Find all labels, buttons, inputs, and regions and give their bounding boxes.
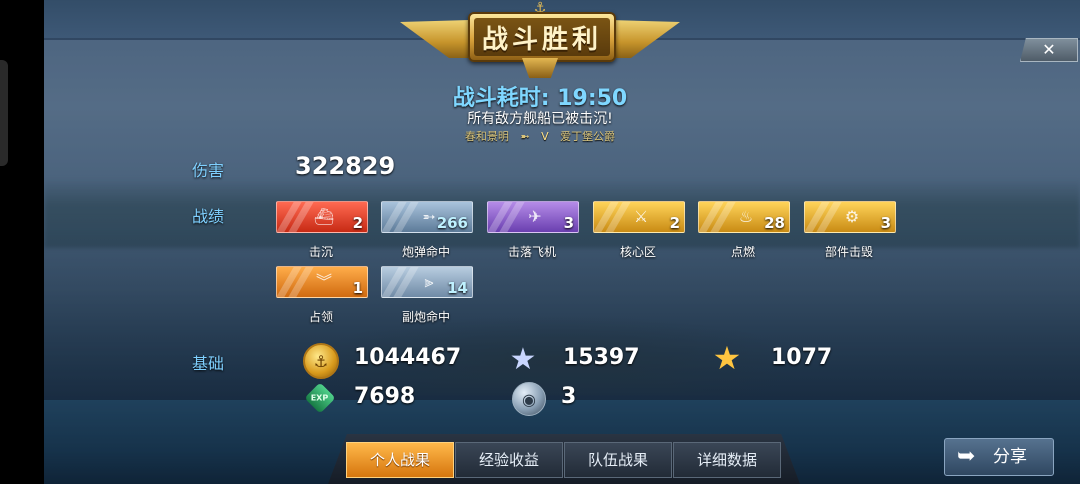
globe-count-value: 3 — [561, 384, 577, 409]
medal-shell-hit[interactable]: ➵ 266 — [381, 201, 473, 233]
close-icon: ✕ — [1042, 40, 1056, 59]
medal-count: 266 — [436, 214, 468, 232]
ship-sink-icon: ⛴ — [313, 207, 335, 226]
medal-label: 占领 — [308, 310, 333, 324]
medal-label: 击落飞机 — [507, 245, 556, 259]
victory-title: 战斗胜利 — [474, 18, 610, 56]
captain-exp-value: 1077 — [771, 345, 833, 370]
medal-sink[interactable]: ⛴ 2 — [276, 201, 368, 233]
medal-plane-down[interactable]: ✈ 3 — [487, 201, 579, 233]
damage-value: 322829 — [295, 152, 396, 180]
free-exp-value: 15397 — [563, 345, 640, 370]
anchor-bottom-decoration — [522, 58, 558, 78]
medal-label: 击沉 — [308, 245, 333, 259]
medal-count: 14 — [447, 279, 468, 297]
medal-label: 点燃 — [730, 245, 755, 259]
tab-team-results[interactable]: 队伍战果 — [564, 442, 672, 478]
medal-label: 核心区 — [619, 245, 656, 259]
secondary-gun-icon: ⫸ — [424, 272, 434, 291]
share-button[interactable]: ➥ 分享 — [944, 438, 1054, 476]
medal-label: 炮弹命中 — [401, 245, 450, 259]
credits-coin-icon: ⚓ — [303, 343, 339, 379]
result-message: 所有敌方舰船已被击沉! — [467, 111, 613, 127]
medal-count: 1 — [352, 279, 363, 297]
medal-label: 部件击毁 — [824, 245, 873, 259]
victory-emblem: ⚓ 战斗胜利 — [400, 0, 680, 80]
free-exp-star-icon: ★ — [509, 341, 537, 377]
ship-icon: ➼ — [520, 130, 530, 143]
credits-value: 1044467 — [354, 345, 462, 370]
medal-secondary-hit[interactable]: ⫸ 14 — [381, 266, 473, 298]
medal-count: 3 — [563, 214, 574, 232]
plane-down-icon: ✈ — [528, 207, 542, 226]
team-b-name: 爱丁堡公爵 — [560, 130, 616, 143]
medal-label: 副炮命中 — [401, 310, 450, 324]
medal-capture[interactable]: ︾ 1 — [276, 266, 368, 298]
capture-icon: ︾ — [315, 272, 332, 291]
tab-detail-data[interactable]: 详细数据 — [673, 442, 781, 478]
achievements-label: 战绩 — [192, 207, 225, 226]
medal-module-destroy[interactable]: ⚙ 3 — [804, 201, 896, 233]
share-label: 分享 — [993, 447, 1027, 467]
medal-fire[interactable]: ♨ 28 — [698, 201, 790, 233]
globe-icon: ◉ — [512, 382, 546, 416]
fire-icon: ♨ — [738, 207, 754, 226]
medal-count: 3 — [880, 214, 891, 232]
basics-label: 基础 — [192, 354, 225, 373]
gear-break-icon: ⚙ — [844, 207, 860, 226]
medal-citadel[interactable]: ⚔ 2 — [593, 201, 685, 233]
close-button[interactable]: ✕ — [1020, 38, 1078, 62]
title-plaque: 战斗胜利 — [468, 12, 616, 62]
left-edge-bar — [0, 0, 44, 484]
team-a-name: 春和景明 — [464, 130, 509, 143]
captain-star-icon: ★ — [712, 339, 742, 377]
medal-count: 2 — [669, 214, 680, 232]
tab-personal[interactable]: 个人战果 — [346, 442, 454, 478]
tab-exp-rewards[interactable]: 经验收益 — [455, 442, 563, 478]
back-arrow-icon: ➥ — [957, 444, 976, 469]
damage-label: 伤害 — [192, 161, 225, 180]
medal-count: 28 — [764, 214, 785, 232]
vs-label: V — [541, 130, 549, 143]
matchup-line: 春和景明 ➼ V 爱丁堡公爵 — [0, 128, 1080, 144]
citadel-icon: ⚔ — [633, 207, 649, 226]
medal-count: 2 — [352, 214, 363, 232]
exp-value: 7698 — [354, 384, 416, 409]
